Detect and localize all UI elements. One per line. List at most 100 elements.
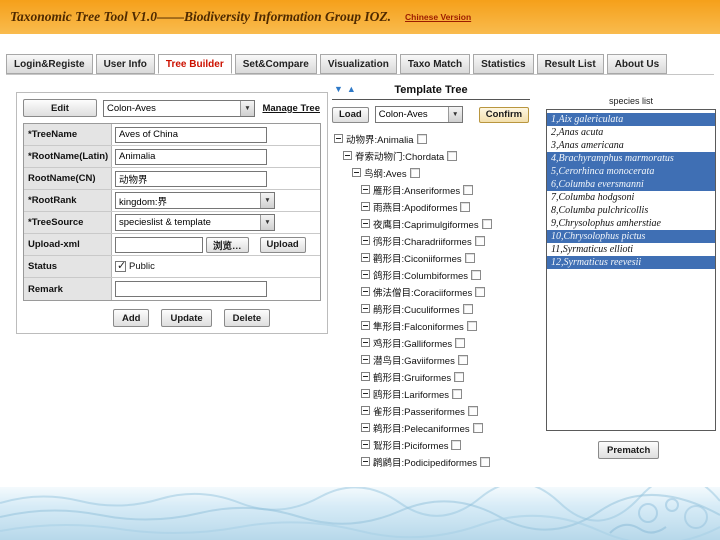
tree-node-label: 动物界:Animalia xyxy=(346,134,414,146)
tree-node-checkbox[interactable] xyxy=(462,303,473,314)
tab-taxo-match[interactable]: Taxo Match xyxy=(399,54,471,74)
collapse-icon[interactable] xyxy=(361,423,370,432)
collapse-icon[interactable] xyxy=(361,406,370,415)
collapse-icon[interactable] xyxy=(361,338,370,347)
tab-visualization[interactable]: Visualization xyxy=(319,54,397,74)
collapse-icon[interactable] xyxy=(361,440,370,449)
collapse-icon[interactable] xyxy=(361,287,370,296)
rootname-latin-input[interactable] xyxy=(115,148,267,165)
treesource-select-value: specieslist & template xyxy=(119,217,211,228)
tree-node-label: 鸡形目:Galliformes xyxy=(373,338,453,350)
tree-node-checkbox[interactable] xyxy=(452,388,463,399)
form-row-remark: Remark xyxy=(24,278,320,300)
tree-node-checkbox[interactable] xyxy=(474,235,485,246)
collapse-icon[interactable] xyxy=(361,270,370,279)
collapse-icon[interactable] xyxy=(361,185,370,194)
prematch-button[interactable]: Prematch xyxy=(598,441,660,459)
species-item-4[interactable]: 4,Brachyramphus marmoratus xyxy=(547,152,715,165)
browse-button[interactable]: 浏览… xyxy=(206,236,249,253)
tree-node-checkbox[interactable] xyxy=(460,201,471,212)
collapse-icon[interactable] xyxy=(361,372,370,381)
species-item-10[interactable]: 10,Chrysolophus pictus xyxy=(547,230,715,243)
chinese-version-link[interactable]: Chinese Version xyxy=(405,12,471,22)
tab-login-register[interactable]: Login&Registe xyxy=(6,54,93,74)
tab-user-info[interactable]: User Info xyxy=(95,54,155,74)
edit-button[interactable]: Edit xyxy=(23,99,97,117)
tree-node-row: 雀形目:Passeriformes xyxy=(332,402,530,419)
tree-node-row: 鹈形目:Pelecaniformes xyxy=(332,419,530,436)
collapse-icon[interactable] xyxy=(352,168,361,177)
chevron-down-icon: ▼ xyxy=(447,107,462,122)
load-button[interactable]: Load xyxy=(332,106,369,123)
template-tree-select[interactable]: Colon-Aves ▼ xyxy=(374,106,463,123)
species-item-7[interactable]: 7,Columba hodgsoni xyxy=(547,191,715,204)
tree-node-row: 鹤形目:Gruiformes xyxy=(332,368,530,385)
tree-node-checkbox[interactable] xyxy=(447,150,458,161)
tree-node-checkbox[interactable] xyxy=(480,456,491,467)
tree-node-checkbox[interactable] xyxy=(475,286,486,297)
species-item-5[interactable]: 5,Cerorhinca monocerata xyxy=(547,165,715,178)
tab-about-us[interactable]: About Us xyxy=(606,54,668,74)
add-button[interactable]: Add xyxy=(113,309,150,327)
form-row-rootrank: *RootRank kingdom:界 ▼ xyxy=(24,190,320,212)
tab-result-list[interactable]: Result List xyxy=(536,54,604,74)
tree-node-checkbox[interactable] xyxy=(467,405,478,416)
tree-node-checkbox[interactable] xyxy=(466,320,477,331)
collapse-icon[interactable] xyxy=(361,389,370,398)
collapse-icon[interactable] xyxy=(361,253,370,262)
species-item-3[interactable]: 3,Anas americana xyxy=(547,139,715,152)
collapse-icon[interactable] xyxy=(361,236,370,245)
tree-select[interactable]: Colon-Aves ▼ xyxy=(103,99,255,117)
collapse-icon[interactable] xyxy=(361,321,370,330)
collapse-icon[interactable] xyxy=(343,151,352,160)
tree-node-checkbox[interactable] xyxy=(451,439,462,450)
collapse-icon[interactable] xyxy=(361,202,370,211)
upload-button[interactable]: Upload xyxy=(259,236,306,253)
expand-all-icon[interactable]: ▲ xyxy=(347,85,356,94)
tree-node-label: 鸟纲:Aves xyxy=(364,168,407,180)
tree-node-checkbox[interactable] xyxy=(471,269,482,280)
collapse-icon[interactable] xyxy=(361,355,370,364)
tree-node-checkbox[interactable] xyxy=(409,167,420,178)
species-item-12[interactable]: 12,Syrmaticus reevesii xyxy=(547,256,715,269)
tree-node-checkbox[interactable] xyxy=(472,422,483,433)
treesource-select[interactable]: specieslist & template ▼ xyxy=(115,214,275,231)
status-checkbox[interactable] xyxy=(115,259,126,272)
upload-xml-file-input[interactable] xyxy=(115,236,203,253)
tree-node-checkbox[interactable] xyxy=(416,133,427,144)
species-list-title: species list xyxy=(608,96,653,106)
tree-node-checkbox[interactable] xyxy=(454,371,465,382)
confirm-button[interactable]: Confirm xyxy=(478,106,530,123)
tree-node-checkbox[interactable] xyxy=(455,337,466,348)
tab-statistics[interactable]: Statistics xyxy=(473,54,534,74)
collapse-icon[interactable] xyxy=(361,304,370,313)
remark-input[interactable] xyxy=(115,281,267,297)
species-item-11[interactable]: 11,Syrmaticus ellioti xyxy=(547,243,715,256)
tree-node-checkbox[interactable] xyxy=(464,252,475,263)
species-item-9[interactable]: 9,Chrysolophus amherstiae xyxy=(547,217,715,230)
rootrank-select[interactable]: kingdom:界 ▼ xyxy=(115,192,275,209)
species-item-6[interactable]: 6,Columba eversmanni xyxy=(547,178,715,191)
field-label-rootname-latin: *RootName(Latin) xyxy=(24,146,112,167)
delete-button[interactable]: Delete xyxy=(223,309,271,327)
collapse-icon[interactable] xyxy=(334,134,343,143)
tree-node-row: 夜鹰目:Caprimulgiformes xyxy=(332,215,530,232)
tree-node-label: 雀形目:Passeriformes xyxy=(373,406,465,418)
tree-node-checkbox[interactable] xyxy=(457,354,468,365)
species-item-8[interactable]: 8,Columba pulchricollis xyxy=(547,204,715,217)
collapse-icon[interactable] xyxy=(361,457,370,466)
tree-node-label: 脊索动物门:Chordata xyxy=(355,151,445,163)
species-item-2[interactable]: 2,Anas acuta xyxy=(547,126,715,139)
species-list: 1,Aix galericulata 2,Anas acuta 3,Anas a… xyxy=(546,109,716,431)
collapse-all-icon[interactable]: ▼ xyxy=(334,85,343,94)
collapse-icon[interactable] xyxy=(361,219,370,228)
tree-node-checkbox[interactable] xyxy=(481,218,492,229)
manage-tree-link[interactable]: Manage Tree xyxy=(262,103,320,114)
rootname-cn-input[interactable] xyxy=(115,170,267,187)
update-button[interactable]: Update xyxy=(161,309,212,327)
tree-node-checkbox[interactable] xyxy=(463,184,474,195)
tab-set-compare[interactable]: Set&Compare xyxy=(234,54,317,74)
treename-input[interactable] xyxy=(115,126,267,143)
species-item-1[interactable]: 1,Aix galericulata xyxy=(547,113,715,126)
tab-tree-builder[interactable]: Tree Builder xyxy=(157,54,232,74)
